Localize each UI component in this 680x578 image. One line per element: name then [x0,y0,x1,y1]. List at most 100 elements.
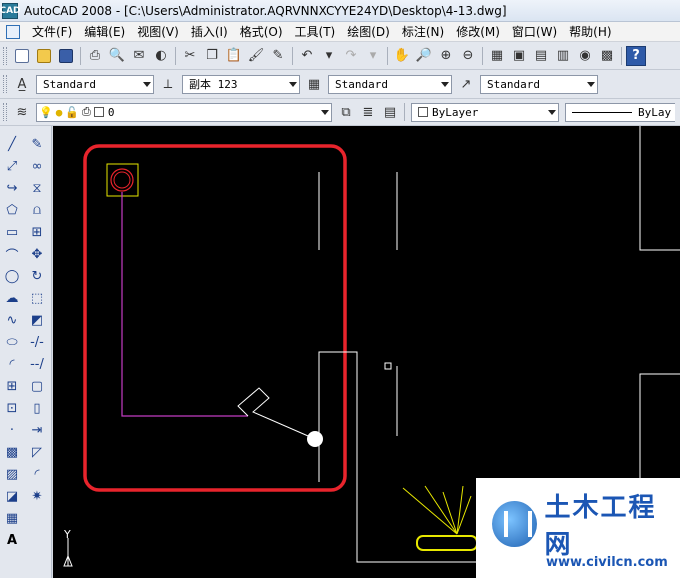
toolbar-grip[interactable] [3,46,7,65]
stretch-icon[interactable]: ◩ [27,310,47,330]
node-dot[interactable] [307,431,323,447]
publish-icon[interactable]: ✉ [129,46,149,66]
menu-window[interactable]: 窗口(W) [506,23,563,40]
sprinkler-symbol-inner[interactable] [113,171,131,189]
help-icon[interactable]: ? [626,45,646,66]
redo-icon[interactable]: ↷ [341,46,361,66]
arc-icon[interactable]: ⌒ [2,244,22,264]
ellipse-icon[interactable]: ⬭ [2,332,22,352]
undo-icon[interactable]: ↶ [297,46,317,66]
undo-dropdown-icon[interactable]: ▾ [319,46,339,66]
table-style-select[interactable]: Standard [328,74,452,94]
color-control-select[interactable]: ByLayer [411,102,559,122]
menu-edit[interactable]: 编辑(E) [78,23,131,40]
array-icon[interactable]: ⊞ [27,222,47,242]
circle-icon[interactable]: ◯ [2,266,22,286]
chamfer-icon[interactable]: ◸ [27,442,47,462]
dimension-style-select[interactable]: 副本 123 [182,74,300,94]
copy-object-icon[interactable]: ∞ [27,156,47,176]
offset-icon[interactable]: ⩍ [27,200,47,220]
rectangle-icon[interactable]: ▭ [2,222,22,242]
linetype-control-select[interactable]: ByLay [565,102,675,122]
menu-file[interactable]: 文件(F) [26,23,78,40]
break-icon[interactable]: ▯ [27,398,47,418]
multiline-text-icon[interactable]: A [2,530,22,550]
gradient-icon[interactable]: ▨ [2,464,22,484]
ellipse-arc-icon[interactable]: ◜ [2,354,22,374]
spray-line[interactable] [424,485,458,535]
toolbar-grip[interactable] [3,103,7,121]
markup-icon[interactable]: ◉ [575,46,595,66]
layer-previous-icon[interactable]: ≣ [358,102,378,122]
design-center-icon[interactable]: ▣ [509,46,529,66]
hatch-icon[interactable]: ▩ [2,442,22,462]
break-at-point-icon[interactable]: ▢ [27,376,47,396]
copy-icon[interactable]: ❐ [202,46,222,66]
fillet-icon[interactable]: ◜ [27,464,47,484]
menu-help[interactable]: 帮助(H) [563,23,617,40]
rotate-icon[interactable]: ↻ [27,266,47,286]
redo-dropdown-icon[interactable]: ▾ [363,46,383,66]
grip-square[interactable] [384,362,392,370]
text-style-select[interactable]: Standard [36,74,154,94]
table-style-icon[interactable]: ▦ [304,74,324,94]
explode-icon[interactable]: ✷ [27,486,47,506]
multileader-style-icon[interactable]: ↗ [456,74,476,94]
make-object-layer-current-icon[interactable]: ⧉ [336,102,356,122]
scale-icon[interactable]: ⬚ [27,288,47,308]
block-editor-icon[interactable]: ✎ [268,46,288,66]
multileader-style-select[interactable]: Standard [480,74,598,94]
layer-manager-icon[interactable]: ≋ [12,102,32,122]
revision-cloud-icon[interactable]: ☁ [2,288,22,308]
menu-view[interactable]: 视图(V) [131,23,185,40]
menu-dimension[interactable]: 标注(N) [396,23,450,40]
spline-icon[interactable]: ∿ [2,310,22,330]
3d-dwf-icon[interactable]: ◐ [151,46,171,66]
plot-icon[interactable]: ⎙ [85,46,105,66]
join-icon[interactable]: ⇥ [27,420,47,440]
pipe-polyline[interactable] [121,192,248,417]
text-style-icon[interactable]: A̲ [12,74,32,94]
menu-format[interactable]: 格式(O) [234,23,289,40]
construction-line-icon[interactable]: ⤢ [2,156,22,176]
make-block-icon[interactable]: ⊡ [2,398,22,418]
zoom-realtime-icon[interactable]: 🔎 [414,46,434,66]
menu-modify[interactable]: 修改(M) [450,23,506,40]
sprinkler-head[interactable] [416,535,478,551]
mirror-icon[interactable]: ⧖ [27,178,47,198]
autocad-app-icon[interactable]: CAD [0,2,21,19]
line-icon[interactable]: ╱ [2,134,22,154]
properties-icon[interactable]: ▦ [487,46,507,66]
cut-icon[interactable]: ✂ [180,46,200,66]
extend-icon[interactable]: --/ [27,354,47,374]
erase-icon[interactable]: ✎ [27,134,47,154]
frame-line[interactable] [639,126,680,251]
zoom-window-icon[interactable]: ⊕ [436,46,456,66]
toolbar-grip[interactable] [3,75,7,93]
paste-icon[interactable]: 📋 [224,46,244,66]
polyline-icon[interactable]: ↪ [2,178,22,198]
pan-icon[interactable]: ✋ [392,46,412,66]
zoom-previous-icon[interactable]: ⊖ [458,46,478,66]
layer-states-icon[interactable]: ▤ [380,102,400,122]
open-file-icon[interactable] [34,46,54,66]
match-properties-icon[interactable]: 🖌 [246,46,266,66]
menu-draw[interactable]: 绘图(D) [341,23,396,40]
move-icon[interactable]: ✥ [27,244,47,264]
tool-palettes-icon[interactable]: ▤ [531,46,551,66]
save-icon[interactable] [56,46,76,66]
document-icon[interactable] [6,24,20,39]
dimension-style-icon[interactable]: ⟂ [158,74,178,94]
polygon-icon[interactable]: ⬠ [2,200,22,220]
table-icon[interactable]: ▦ [2,508,22,528]
trim-icon[interactable]: -/- [27,332,47,352]
layer-select[interactable]: 💡 ● 🔓 ⎙ 0 [36,102,332,122]
plot-preview-icon[interactable]: 🔍 [107,46,127,66]
menu-insert[interactable]: 插入(I) [185,23,234,40]
region-icon[interactable]: ◪ [2,486,22,506]
break-line[interactable] [237,387,316,440]
sheet-set-icon[interactable]: ▥ [553,46,573,66]
new-file-icon[interactable] [12,46,32,66]
point-icon[interactable]: · [2,420,22,440]
menu-tools[interactable]: 工具(T) [289,23,342,40]
